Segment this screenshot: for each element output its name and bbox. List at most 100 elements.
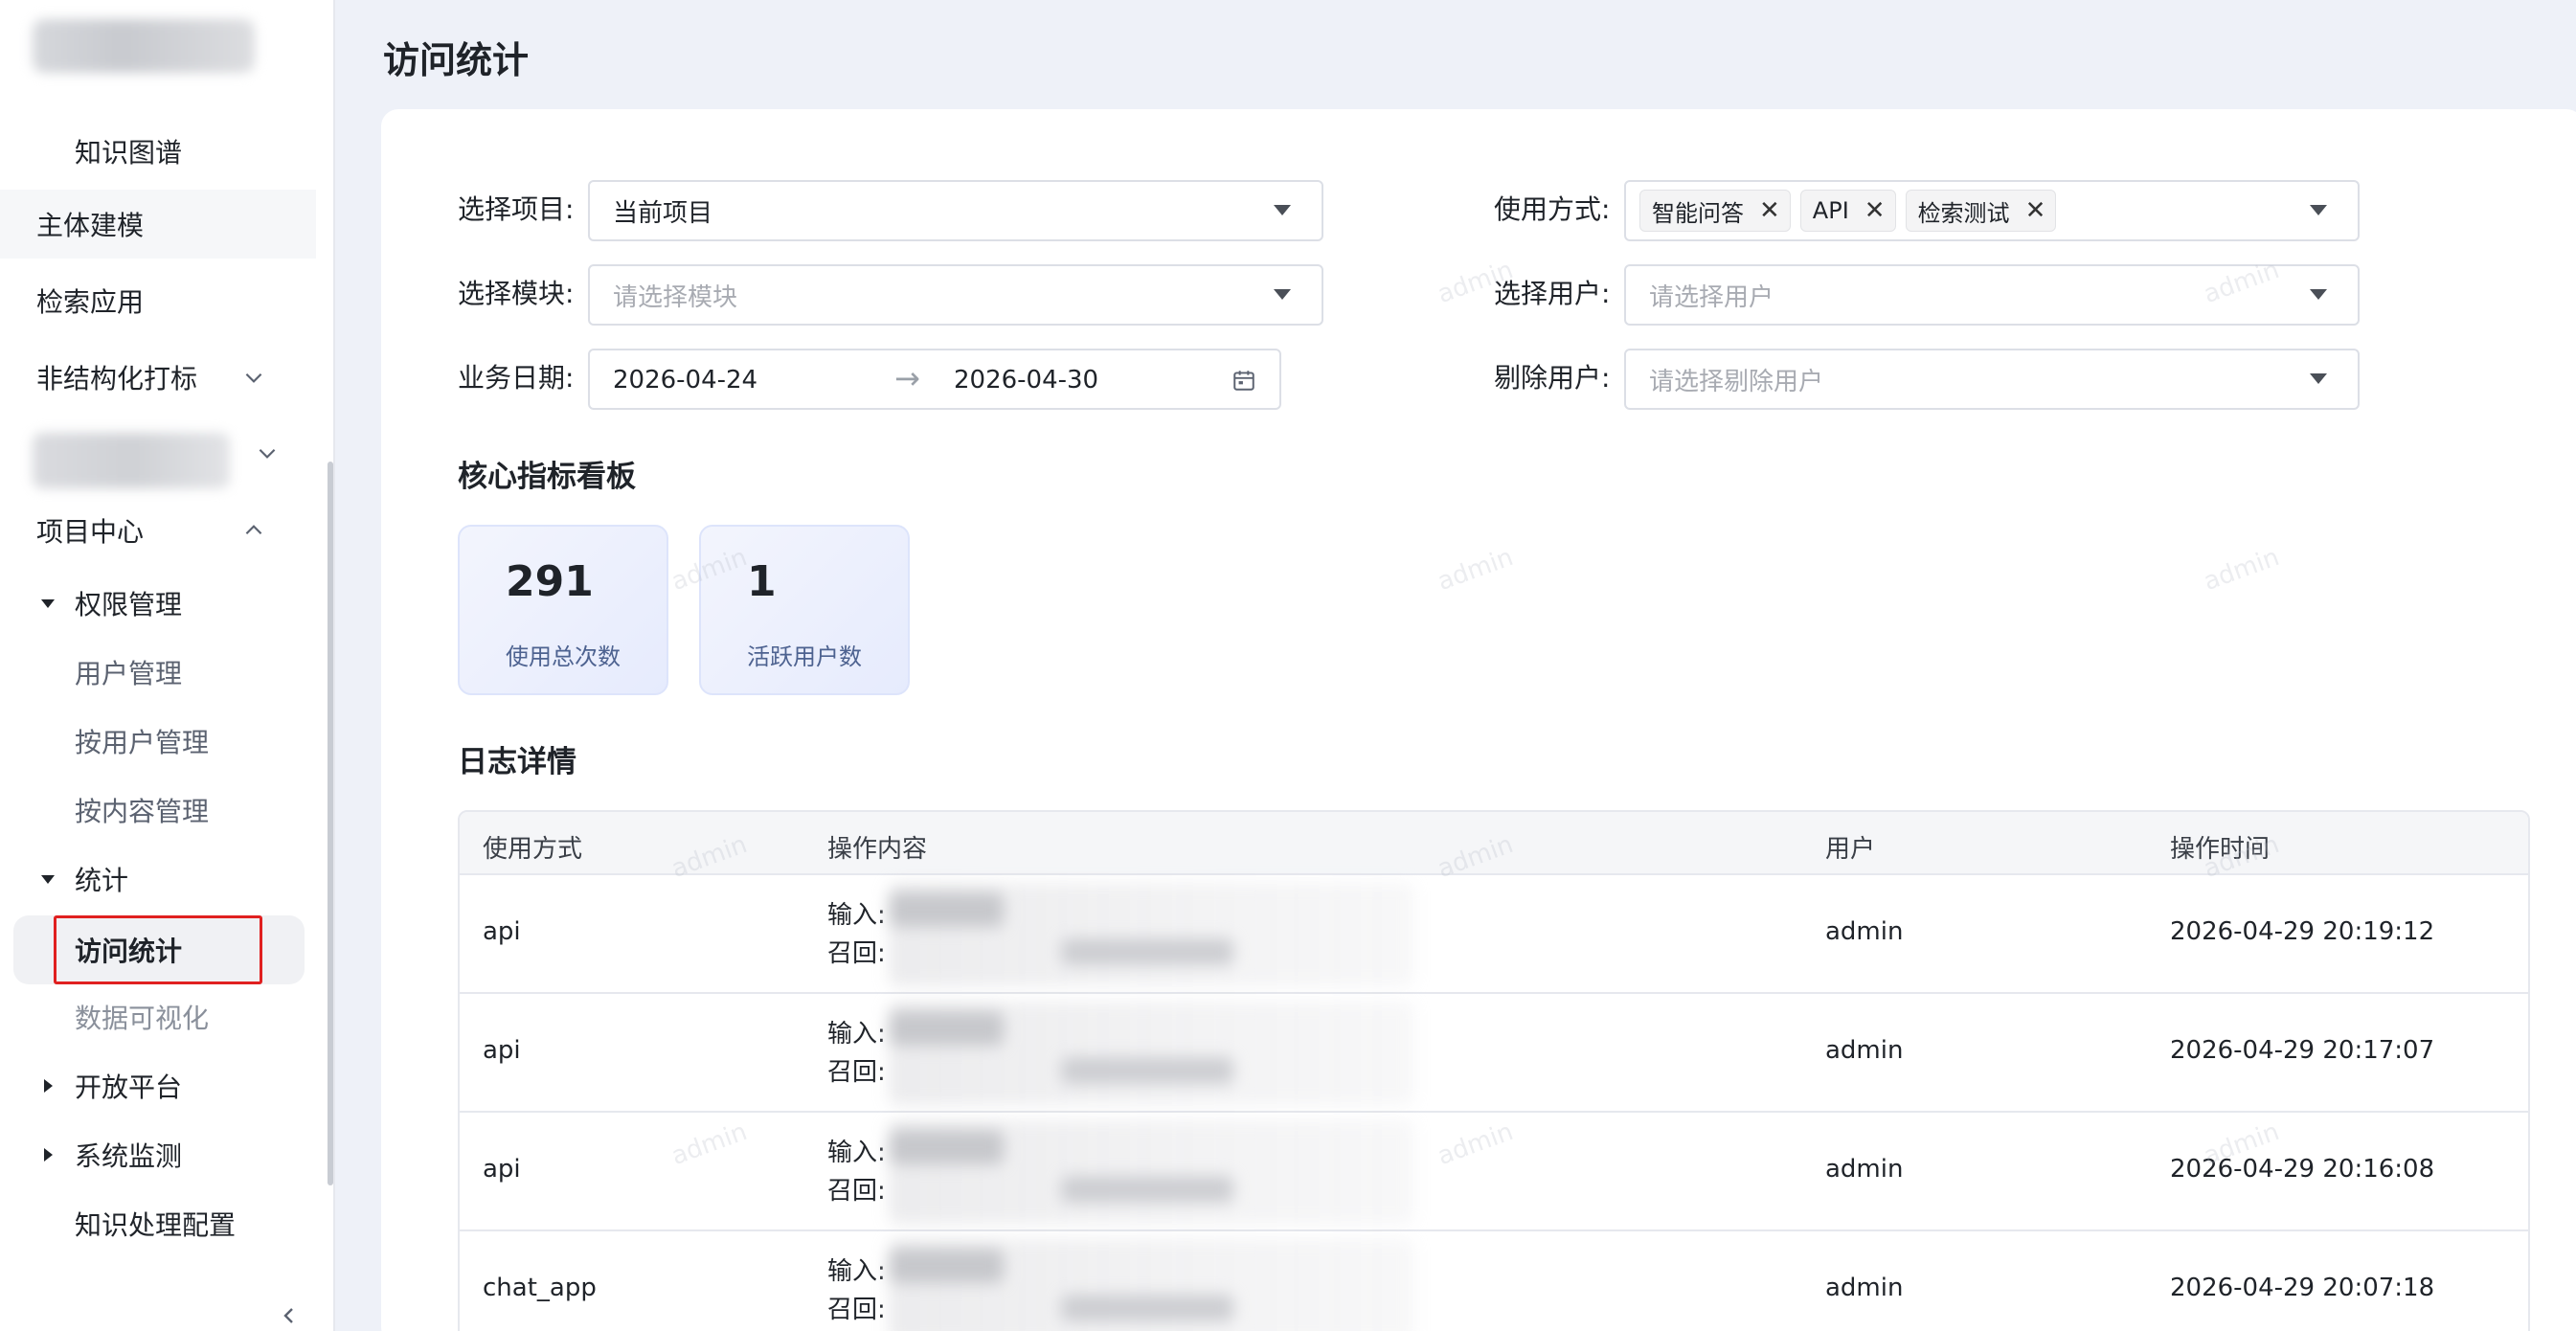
cell-method: api [483, 1036, 521, 1065]
redacted-content [889, 1120, 1413, 1224]
table-row: api 输入: 召回: admin 2026-04-29 20:19:12 [460, 875, 2528, 994]
cell-method: api [483, 1155, 521, 1184]
content-recall-label: 召回: [827, 939, 886, 968]
sidebar-item-open-platform[interactable]: 开放平台 [0, 1051, 316, 1120]
column-header: 操作时间 [2170, 835, 2271, 864]
sidebar-item-label: 检索应用 [36, 286, 145, 318]
column-header: 操作内容 [827, 835, 928, 864]
sidebar-item-entity-modeling[interactable]: 主体建模 [0, 190, 316, 259]
sidebar-item-manage-by-content[interactable]: 按内容管理 [0, 776, 316, 845]
exclude-user-select[interactable]: 请选择剔除用户 [1624, 349, 2360, 410]
close-icon[interactable]: ✕ [2025, 198, 2046, 223]
end-date[interactable]: 2026-04-30 [954, 366, 1098, 395]
table-header: 使用方式 操作内容 用户 操作时间 [460, 812, 2528, 875]
redacted-content [889, 883, 1413, 986]
project-label: 选择项目: [458, 193, 575, 225]
sidebar-item-label: 知识图谱 [75, 137, 183, 169]
logs-title: 日志详情 [458, 745, 576, 779]
sidebar-item-label: 用户管理 [75, 658, 183, 689]
cell-content: 输入: 召回: [827, 1015, 886, 1092]
sidebar-item-knowledge-graph[interactable]: 知识图谱 [0, 117, 316, 186]
project-select-value: 当前项目 [613, 198, 713, 228]
table-row: api 输入: 召回: admin 2026-04-29 20:16:08 [460, 1113, 2528, 1231]
sidebar-item-manage-by-user[interactable]: 按用户管理 [0, 707, 316, 776]
table-row: api 输入: 召回: admin 2026-04-29 20:17:07 [460, 994, 2528, 1113]
cell-content: 输入: 召回: [827, 1134, 886, 1210]
content-input-label: 输入: [827, 1020, 886, 1049]
dropdown-arrow-icon [2310, 289, 2327, 300]
usage-select[interactable]: 智能问答 ✕ API ✕ 检索测试 ✕ [1624, 180, 2360, 241]
sidebar-item-label: 按内容管理 [75, 796, 210, 827]
start-date[interactable]: 2026-04-24 [613, 366, 757, 395]
cell-user: admin [1825, 917, 1904, 946]
tag-label: 智能问答 [1652, 199, 1744, 227]
metric-card-total-usage: 291 使用总次数 [458, 525, 668, 695]
cell-time: 2026-04-29 20:16:08 [2170, 1155, 2435, 1184]
module-label: 选择模块: [458, 278, 575, 309]
close-icon[interactable]: ✕ [1759, 198, 1780, 223]
exclude-select-placeholder: 请选择剔除用户 [1649, 367, 1824, 396]
dashboard-title: 核心指标看板 [458, 460, 636, 494]
column-header: 用户 [1825, 835, 1876, 864]
sidebar-item-label: 按用户管理 [75, 727, 210, 758]
tag-label: API [1812, 197, 1849, 224]
content-recall-label: 召回: [827, 1058, 886, 1087]
collapse-sidebar-icon[interactable] [278, 1304, 301, 1327]
caret-right-icon [44, 1079, 53, 1093]
cell-user: admin [1825, 1274, 1904, 1302]
calendar-icon [1233, 371, 1254, 391]
sidebar-item-project-center[interactable]: 项目中心 [0, 496, 316, 565]
chevron-down-icon [259, 448, 276, 459]
sidebar-item-label: 开放平台 [75, 1072, 183, 1103]
dropdown-arrow-icon [1274, 205, 1291, 215]
metric-label: 活跃用户数 [747, 643, 862, 670]
content-input-label: 输入: [827, 1257, 886, 1286]
sidebar-item-user-management[interactable]: 用户管理 [0, 638, 316, 707]
column-header: 使用方式 [483, 835, 583, 864]
sidebar-item-label: 项目中心 [36, 516, 145, 548]
table-row: chat_app 输入: 召回: admin 2026-04-29 20:07:… [460, 1231, 2528, 1331]
user-label: 选择用户: [1494, 278, 1611, 309]
sidebar-item-redacted[interactable] [33, 433, 230, 488]
dropdown-arrow-icon [1274, 289, 1291, 300]
chevron-down-icon [245, 372, 262, 383]
tag-label: 检索测试 [1917, 199, 2010, 227]
caret-down-icon [41, 599, 55, 608]
content-recall-label: 召回: [827, 1296, 886, 1324]
sidebar-item-label: 统计 [75, 865, 129, 896]
sidebar-item-search-app[interactable]: 检索应用 [0, 266, 316, 335]
sidebar-item-label: 知识处理配置 [75, 1209, 237, 1241]
range-arrow-icon: → [894, 360, 920, 396]
sidebar-scrollbar[interactable] [328, 462, 333, 1185]
module-select[interactable]: 请选择模块 [588, 264, 1323, 326]
date-range-picker[interactable]: 2026-04-24 → 2026-04-30 [588, 349, 1281, 410]
sidebar-item-permissions[interactable]: 权限管理 [0, 569, 316, 638]
cell-user: admin [1825, 1036, 1904, 1065]
cell-content: 输入: 召回: [827, 1252, 886, 1329]
date-label: 业务日期: [458, 362, 575, 394]
app-logo [33, 19, 255, 73]
metric-value: 291 [506, 557, 594, 606]
cell-method: api [483, 917, 521, 946]
sidebar-item-knowledge-processing-config[interactable]: 知识处理配置 [0, 1189, 316, 1258]
sidebar-item-label: 访问统计 [75, 936, 183, 967]
sidebar-item-unstructured-tagging[interactable]: 非结构化打标 [0, 343, 316, 412]
project-select[interactable]: 当前项目 [588, 180, 1323, 241]
page-title: 访问统计 [383, 39, 530, 81]
sidebar-item-statistics[interactable]: 统计 [0, 845, 316, 914]
tag-smart-qa: 智能问答 ✕ [1639, 190, 1791, 232]
sidebar-item-system-monitoring[interactable]: 系统监测 [0, 1120, 316, 1189]
content-recall-label: 召回: [827, 1177, 886, 1206]
cell-content: 输入: 召回: [827, 896, 886, 973]
exclude-label: 剔除用户: [1494, 362, 1611, 394]
tag-search-test: 检索测试 ✕ [1905, 190, 2057, 232]
sidebar-item-access-stats[interactable]: 访问统计 [13, 915, 305, 984]
cell-user: admin [1825, 1155, 1904, 1184]
cell-time: 2026-04-29 20:17:07 [2170, 1036, 2435, 1065]
module-select-placeholder: 请选择模块 [613, 282, 738, 312]
sidebar-item-data-visualization[interactable]: 数据可视化 [0, 982, 316, 1051]
close-icon[interactable]: ✕ [1864, 198, 1886, 223]
caret-right-icon [44, 1148, 53, 1162]
user-select[interactable]: 请选择用户 [1624, 264, 2360, 326]
dropdown-arrow-icon [2310, 205, 2327, 215]
